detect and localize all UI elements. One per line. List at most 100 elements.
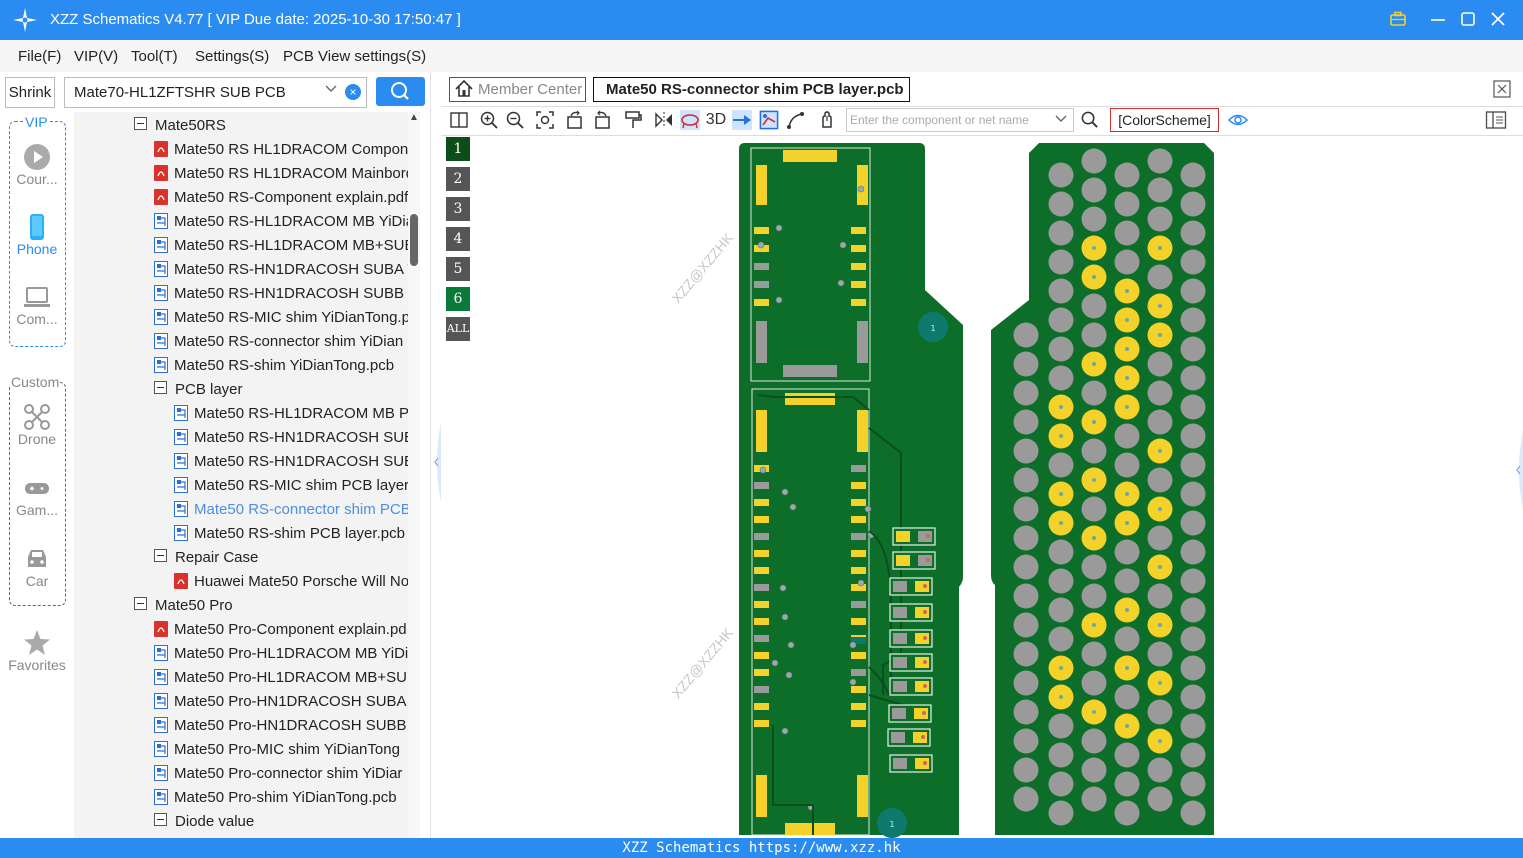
nav-computer[interactable]: Com... [0, 283, 74, 327]
tree-file[interactable]: Mate50 RS HL1DRACOM Compone [154, 138, 408, 162]
collapse-handle-icon[interactable] [431, 422, 441, 502]
collapse-toggle-icon[interactable] [134, 597, 147, 610]
tree-file[interactable]: Mate50 Pro-HL1DRACOM MB+SUI [154, 666, 408, 690]
tree-file[interactable]: Mate50 RS-connector shim YiDian [154, 330, 403, 354]
pin [1013, 380, 1039, 406]
tab-active-document[interactable]: Mate50 RS-connector shim PCB layer.pcb [593, 77, 910, 102]
tree-item-label: Mate50 Pro-connector shim YiDiar [174, 765, 403, 782]
mirror-icon[interactable] [654, 110, 674, 130]
tree-file[interactable]: Mate50 Pro-HL1DRACOM MB YiDi [154, 642, 408, 666]
smd-component [888, 704, 932, 723]
net-trace-icon[interactable] [759, 110, 779, 130]
tree-file[interactable]: Mate50 Pro-MIC shim YiDianTong [154, 738, 400, 762]
rotate-right-icon[interactable] [592, 110, 612, 130]
tree-file[interactable]: Mate50 RS-MIC shim PCB layer. [174, 474, 408, 498]
tree-file[interactable]: Mate50 Pro-connector shim YiDiar [154, 762, 402, 786]
tree-file[interactable]: Mate50 RS-MIC shim YiDianTong.p [154, 306, 408, 330]
color-scheme-button[interactable]: [ColorScheme] [1110, 108, 1219, 132]
layer-button-3[interactable]: 3 [446, 197, 470, 221]
layer-button-5[interactable]: 5 [446, 257, 470, 281]
tab-member-center[interactable]: Member Center [449, 77, 586, 102]
fit-view-icon[interactable] [535, 110, 555, 130]
component-search-input[interactable]: Enter the component or net name [846, 108, 1074, 132]
pcb-select[interactable]: Mate70-HL1ZFTSHR SUB PCB × [64, 77, 367, 108]
tree-folder[interactable]: Diode value [154, 810, 254, 834]
tree-file[interactable]: Mate50 RS-Component explain.pdf [154, 186, 408, 210]
three-d-button[interactable]: 3D [703, 110, 729, 130]
pin [1013, 496, 1039, 522]
collapse-toggle-icon[interactable] [154, 381, 167, 394]
tree-file[interactable]: Mate50 Pro-Component explain.pd [154, 618, 407, 642]
layer-button-4[interactable]: 4 [446, 227, 470, 251]
tree-file[interactable]: Mate50 Pro-HN1DRACOSH SUBB Y [154, 714, 408, 738]
pin-arrow-icon[interactable] [732, 110, 752, 130]
tree-folder[interactable]: Repair Case [154, 546, 258, 570]
rotate-left-icon[interactable] [565, 110, 585, 130]
panel-toggle-icon[interactable] [1485, 110, 1507, 135]
layer-button-1[interactable]: 1 [446, 137, 470, 161]
measure-icon[interactable] [786, 110, 806, 130]
close-button[interactable] [1487, 8, 1509, 30]
pcb-canvas[interactable]: 1 1 XZZ@XZZHK XZZ@XZZHK [473, 135, 1523, 838]
layer-button-all[interactable]: ALL [446, 317, 470, 341]
tree-file[interactable]: Huawei Mate50 Porsche Will No [174, 570, 408, 594]
zoom-out-icon[interactable] [505, 110, 525, 130]
nav-favorites[interactable]: Favorites [0, 629, 74, 673]
split-view-icon[interactable] [449, 110, 469, 130]
scroll-up-icon[interactable]: ▲ [409, 112, 419, 123]
collapse-toggle-icon[interactable] [154, 813, 167, 826]
nav-car[interactable]: Car [0, 545, 74, 589]
menu-pcb-view-settings[interactable]: PCB View settings(S) [283, 48, 426, 65]
layer-button-2[interactable]: 2 [446, 167, 470, 191]
tree-file[interactable]: Mate50 RS-HL1DRACOM MB+SUB [154, 234, 408, 258]
nav-courses[interactable]: Cour... [0, 143, 74, 187]
tree-item-label: Mate50 RS-HL1DRACOM MB+SUB [174, 237, 408, 254]
maximize-button[interactable] [1457, 8, 1479, 30]
tree-file[interactable]: Mate50 RS-connector shim PCB [174, 498, 408, 522]
tree-file[interactable]: Mate50 RS-HL1DRACOM MB YiDia [154, 210, 408, 234]
minimize-button[interactable] [1427, 8, 1449, 30]
tree-file[interactable]: Mate50 RS-HN1DRACOSH SUBB Yi [154, 282, 408, 306]
format-painter-icon[interactable] [623, 110, 643, 130]
briefcase-icon[interactable] [1387, 8, 1409, 30]
menu-settings[interactable]: Settings(S) [195, 48, 269, 65]
tree-folder[interactable]: Mate50 Pro [134, 594, 233, 618]
menu-vip[interactable]: VIP(V) [74, 48, 118, 65]
tree-folder[interactable]: PCB layer [154, 378, 243, 402]
nav-drone[interactable]: Drone [0, 403, 74, 447]
shrink-button[interactable]: Shrink [5, 77, 55, 108]
tree-file[interactable]: Mate50 RS-HN1DRACOSH SUBA [174, 426, 408, 450]
menu-tool[interactable]: Tool(T) [131, 48, 178, 65]
pin [1180, 220, 1206, 246]
clear-icon[interactable]: × [345, 84, 361, 100]
collapse-toggle-icon[interactable] [134, 117, 147, 130]
zoom-in-icon[interactable] [479, 110, 499, 130]
search-dropdown-icon[interactable] [1054, 112, 1068, 131]
layer-button-6[interactable]: 6 [446, 287, 470, 311]
tree-file[interactable]: Mate50 RS-HN1DRACOSH SUBB [174, 450, 408, 474]
tree-scrollbar[interactable]: ▲ [408, 112, 420, 838]
tree-file[interactable]: Mate50 RS HL1DRACOM Mainbord [154, 162, 408, 186]
menu-file[interactable]: File(F) [18, 48, 61, 65]
chevron-down-icon[interactable] [324, 82, 338, 99]
nav-game[interactable]: Gam... [0, 474, 74, 518]
pcb-select-value: Mate70-HL1ZFTSHR SUB PCB [74, 84, 286, 101]
tree-scrollbar-thumb[interactable] [410, 214, 418, 266]
tree-file[interactable]: Mate50 Pro-HN1DRACOSH SUBA Y [154, 690, 408, 714]
nav-phone[interactable]: Phone [0, 213, 74, 257]
tree-file[interactable]: Mate50 RS-HL1DRACOM MB PC [174, 402, 408, 426]
tree-file[interactable]: Mate50 RS-shim YiDianTong.pcb [154, 354, 394, 378]
hand-pan-icon[interactable] [817, 110, 837, 130]
tree-folder[interactable]: Mate50RS [134, 114, 226, 138]
panel-splitter[interactable] [430, 72, 441, 838]
close-tab-icon[interactable] [1493, 80, 1511, 103]
component-search-icon[interactable] [1080, 110, 1099, 134]
collapse-toggle-icon[interactable] [154, 549, 167, 562]
tree-file[interactable]: Mate50 Pro-shim YiDianTong.pcb [154, 786, 397, 810]
tree-file[interactable]: Mate50 RS-HN1DRACOSH SUBA Y [154, 258, 408, 282]
eye-icon[interactable] [1227, 110, 1249, 135]
tree-file[interactable]: Mate50 RS-shim PCB layer.pcb [174, 522, 405, 546]
search-button[interactable] [376, 77, 425, 106]
highlight-net-icon[interactable] [680, 110, 700, 130]
right-edge-handle-icon[interactable] [1513, 430, 1523, 515]
